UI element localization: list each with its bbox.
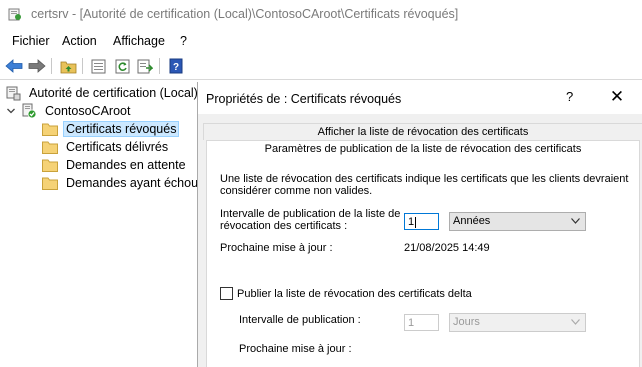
toolbar: ? — [0, 53, 642, 80]
tree-item-label: Certificats révoqués — [63, 121, 180, 137]
svg-text:?: ? — [173, 62, 179, 73]
show-hide-tree-icon[interactable] — [88, 56, 108, 76]
ca-server-icon — [22, 103, 37, 119]
dialog-titlebar: Propriétés de : Certificats révoqués ? ✕ — [198, 82, 642, 114]
delta-next-update-label: Prochaine mise à jour : — [239, 343, 352, 355]
help-book-icon[interactable]: ? — [166, 56, 186, 76]
crl-interval-input[interactable]: 1 — [404, 213, 439, 230]
help-button[interactable]: ? — [566, 89, 573, 104]
folder-icon — [42, 141, 58, 154]
menu-fichier[interactable]: Fichier — [12, 34, 50, 48]
tree-root-label: Autorité de certification (Local) — [29, 86, 198, 100]
publish-delta-label[interactable]: Publier la liste de révocation des certi… — [237, 288, 472, 300]
crl-next-update-label: Prochaine mise à jour : — [220, 242, 333, 254]
tab-view-crl[interactable]: Afficher la liste de révocation des cert… — [203, 123, 642, 140]
tree-item-label: Certificats délivrés — [66, 140, 169, 154]
crl-unit-value: Années — [453, 215, 491, 227]
tree-item-label: Demandes ayant échoué — [66, 176, 205, 190]
delta-unit-select[interactable]: Jours — [449, 313, 586, 332]
chevron-down-icon — [571, 218, 580, 224]
refresh-icon[interactable] — [112, 56, 132, 76]
export-list-icon[interactable] — [135, 56, 155, 76]
delta-interval-label: Intervalle de publication : — [239, 314, 361, 326]
crl-interval-value: 1 — [408, 216, 415, 228]
ca-computer-icon — [6, 86, 21, 101]
certsrv-app-icon — [8, 8, 21, 21]
tree-root[interactable]: Autorité de certification (Local) — [5, 84, 201, 102]
close-button[interactable]: ✕ — [606, 88, 628, 108]
crl-unit-select[interactable]: Années — [449, 212, 586, 231]
menu-bar: Fichier Action Affichage ? — [0, 30, 642, 52]
back-arrow-icon[interactable] — [4, 56, 24, 76]
tree-item-pending[interactable]: Demandes en attente — [42, 156, 189, 174]
tree-ca-label: ContosoCAroot — [45, 104, 131, 118]
properties-dialog: Propriétés de : Certificats révoqués ? ✕… — [197, 82, 642, 367]
delta-interval-input[interactable]: 1 — [404, 314, 439, 331]
tab-publication-params[interactable]: Paramètres de publication de la liste de… — [206, 140, 640, 158]
folder-icon — [42, 177, 58, 190]
dialog-title: Propriétés de : Certificats révoqués — [206, 92, 402, 106]
menu-affichage[interactable]: Affichage — [113, 34, 165, 48]
chevron-down-icon[interactable] — [6, 106, 16, 116]
tree-node-ca[interactable]: ContosoCAroot — [6, 102, 133, 120]
folder-icon — [42, 159, 58, 172]
delta-unit-value: Jours — [453, 316, 480, 328]
crl-next-update-value: 21/08/2025 14:49 — [404, 242, 490, 254]
window-title: certsrv - [Autorité de certification (Lo… — [31, 7, 459, 21]
tree-item-label: Demandes en attente — [66, 158, 186, 172]
console-tree: Autorité de certification (Local) Contos… — [0, 80, 205, 367]
menu-action[interactable]: Action — [62, 34, 97, 48]
publish-delta-checkbox[interactable] — [220, 287, 233, 300]
description-text: Une liste de révocation des certificats … — [220, 173, 629, 197]
tab-panel: Une liste de révocation des certificats … — [206, 157, 640, 367]
delta-interval-value: 1 — [408, 317, 415, 329]
tree-item-failed[interactable]: Demandes ayant échoué — [42, 174, 208, 192]
up-folder-icon[interactable] — [58, 56, 78, 76]
folder-icon — [42, 123, 58, 136]
crl-interval-label: Intervalle de publication de la liste de… — [220, 208, 401, 232]
chevron-down-icon — [571, 319, 580, 325]
forward-arrow-icon[interactable] — [27, 56, 47, 76]
menu-help[interactable]: ? — [180, 34, 187, 48]
window-titlebar: certsrv - [Autorité de certification (Lo… — [0, 0, 642, 30]
tree-item-revoked[interactable]: Certificats révoqués — [42, 120, 180, 138]
tree-item-issued[interactable]: Certificats délivrés — [42, 138, 171, 156]
